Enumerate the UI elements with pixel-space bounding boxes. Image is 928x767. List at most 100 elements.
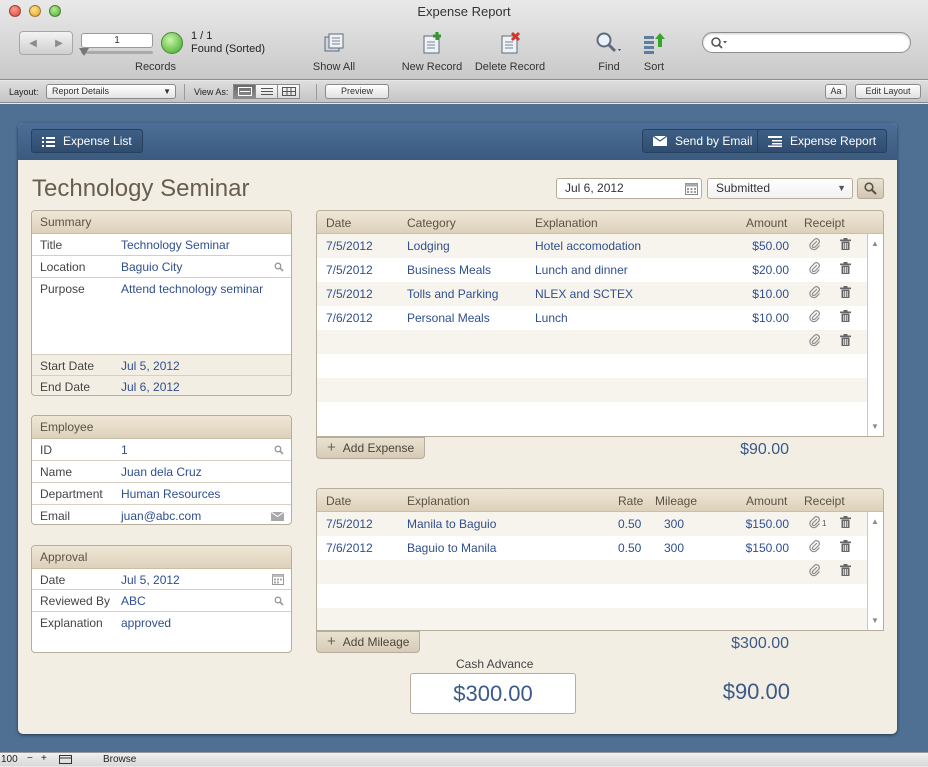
employee-id-field[interactable]: ID 1 bbox=[32, 439, 291, 461]
table-row-empty[interactable] bbox=[317, 354, 883, 378]
record-slider-knob[interactable] bbox=[79, 48, 89, 56]
trash-icon[interactable] bbox=[840, 238, 851, 253]
report-title: Technology Seminar bbox=[32, 175, 250, 202]
preview-button[interactable]: Preview bbox=[325, 84, 389, 99]
toggle-toolbar-icon[interactable] bbox=[59, 755, 72, 767]
trash-icon[interactable] bbox=[840, 334, 851, 349]
mileage-total: $300.00 bbox=[731, 635, 789, 652]
envelope-icon[interactable] bbox=[270, 510, 285, 524]
scroll-up-icon[interactable]: ▲ bbox=[871, 517, 879, 526]
expense-report-button[interactable]: Expense Report bbox=[757, 129, 888, 153]
employee-department-field[interactable]: Department Human Resources bbox=[32, 483, 291, 505]
record-navigator[interactable]: ◀ ▶ bbox=[19, 31, 73, 55]
divider bbox=[184, 84, 185, 100]
records-label: Records bbox=[135, 61, 176, 73]
employee-name-field[interactable]: Name Juan dela Cruz bbox=[32, 461, 291, 483]
next-record-icon[interactable]: ▶ bbox=[55, 38, 63, 49]
search-icon[interactable] bbox=[274, 261, 284, 275]
new-record-button[interactable]: New Record bbox=[400, 30, 464, 73]
trash-icon[interactable] bbox=[840, 310, 851, 325]
trash-icon[interactable] bbox=[840, 286, 851, 301]
approval-heading: Approval bbox=[32, 546, 291, 569]
show-all-icon bbox=[309, 30, 359, 56]
end-date-field[interactable]: End Date Jul 6, 2012 bbox=[32, 376, 291, 395]
zoom-in-icon[interactable]: + bbox=[41, 753, 47, 764]
approval-explanation-field[interactable]: Explanation approved bbox=[32, 612, 291, 652]
paperclip-icon[interactable] bbox=[809, 516, 821, 532]
view-as-list-button[interactable] bbox=[255, 84, 278, 99]
quick-find-input[interactable] bbox=[702, 32, 911, 53]
mileage-scrollbar[interactable]: ▲ ▼ bbox=[867, 512, 883, 630]
report-date-field[interactable]: Jul 6, 2012 bbox=[556, 178, 702, 199]
card-header: Expense List Send by Email Expense Repor… bbox=[18, 123, 897, 160]
plus-icon: + bbox=[327, 439, 336, 456]
approval-date-field[interactable]: Date Jul 5, 2012 bbox=[32, 569, 291, 590]
table-row-empty[interactable] bbox=[317, 330, 883, 354]
report-status-select[interactable]: Submitted ▼ bbox=[707, 178, 853, 199]
trash-icon[interactable] bbox=[840, 540, 851, 555]
cash-advance-field[interactable]: $300.00 bbox=[410, 673, 576, 714]
layout-select[interactable]: Report Details ▼ bbox=[46, 84, 176, 99]
search-icon[interactable] bbox=[274, 444, 284, 458]
table-row-empty[interactable] bbox=[317, 584, 883, 608]
expenses-scrollbar[interactable]: ▲ ▼ bbox=[867, 234, 883, 436]
table-row-empty[interactable] bbox=[317, 608, 883, 630]
prev-record-icon[interactable]: ◀ bbox=[29, 38, 37, 49]
table-row[interactable]: 7/6/2012 Personal Meals Lunch $10.00 bbox=[317, 306, 883, 330]
zoom-out-icon[interactable]: − bbox=[27, 753, 33, 764]
reviewed-by-field[interactable]: Reviewed By ABC bbox=[32, 590, 291, 612]
employee-heading: Employee bbox=[32, 416, 291, 439]
location-field[interactable]: Location Baguio City bbox=[32, 256, 291, 278]
chevron-down-icon: ▼ bbox=[837, 183, 846, 193]
scroll-down-icon[interactable]: ▼ bbox=[871, 422, 879, 431]
table-row[interactable]: 7/5/2012 Business Meals Lunch and dinner… bbox=[317, 258, 883, 282]
sort-icon bbox=[640, 30, 668, 56]
record-slider[interactable] bbox=[81, 51, 153, 54]
view-as-table-button[interactable] bbox=[277, 84, 300, 99]
search-icon[interactable] bbox=[274, 595, 284, 609]
delete-record-button[interactable]: Delete Record bbox=[472, 30, 548, 73]
edit-layout-button[interactable]: Edit Layout bbox=[855, 84, 921, 99]
trash-icon[interactable] bbox=[840, 516, 851, 531]
add-expense-button[interactable]: + Add Expense bbox=[316, 437, 426, 459]
employee-email-field[interactable]: Email juan@abc.com bbox=[32, 505, 291, 524]
paperclip-icon[interactable] bbox=[809, 310, 821, 326]
list-icon bbox=[42, 136, 55, 147]
paperclip-icon[interactable] bbox=[809, 238, 821, 254]
table-row-empty[interactable] bbox=[317, 402, 883, 426]
trash-icon[interactable] bbox=[840, 262, 851, 277]
table-row[interactable]: 7/5/2012 Lodging Hotel accomodation $50.… bbox=[317, 234, 883, 258]
envelope-icon bbox=[653, 136, 667, 146]
send-by-email-button[interactable]: Send by Email bbox=[642, 129, 764, 153]
sort-button[interactable]: Sort bbox=[640, 30, 668, 73]
mileage-table: Date Explanation Rate Mileage Amount Rec… bbox=[316, 488, 884, 631]
scroll-up-icon[interactable]: ▲ bbox=[871, 239, 879, 248]
show-all-button[interactable]: Show All bbox=[309, 30, 359, 73]
paperclip-icon[interactable] bbox=[809, 262, 821, 278]
trash-icon[interactable] bbox=[840, 564, 851, 579]
table-row-empty[interactable] bbox=[317, 378, 883, 402]
paperclip-icon[interactable] bbox=[809, 286, 821, 302]
text-formatting-button[interactable]: Aa bbox=[825, 84, 847, 99]
paperclip-icon[interactable] bbox=[809, 540, 821, 556]
add-mileage-button[interactable]: + Add Mileage bbox=[316, 631, 421, 653]
table-row-empty[interactable] bbox=[317, 560, 883, 584]
title-field[interactable]: Title Technology Seminar bbox=[32, 234, 291, 256]
zoom-level[interactable]: 100 bbox=[1, 754, 18, 765]
find-report-button[interactable] bbox=[857, 178, 884, 199]
table-row[interactable]: 7/5/2012 Tolls and Parking NLEX and SCTE… bbox=[317, 282, 883, 306]
find-button[interactable]: Find bbox=[594, 30, 624, 73]
start-date-field[interactable]: Start Date Jul 5, 2012 bbox=[32, 355, 291, 376]
scroll-down-icon[interactable]: ▼ bbox=[871, 616, 879, 625]
calendar-icon[interactable] bbox=[685, 182, 698, 201]
paperclip-icon[interactable] bbox=[809, 564, 821, 580]
record-number-input[interactable]: 1 bbox=[81, 33, 153, 48]
purpose-field[interactable]: Purpose Attend technology seminar bbox=[32, 278, 291, 355]
view-as-form-button[interactable] bbox=[233, 84, 256, 99]
calendar-icon[interactable] bbox=[272, 574, 284, 588]
paperclip-icon[interactable] bbox=[809, 334, 821, 350]
expense-list-button[interactable]: Expense List bbox=[31, 129, 143, 153]
summary-panel: Summary Title Technology Seminar Locatio… bbox=[31, 210, 292, 396]
table-row[interactable]: 7/5/2012 Manila to Baguio 0.50 300 $150.… bbox=[317, 512, 883, 536]
table-row[interactable]: 7/6/2012 Baguio to Manila 0.50 300 $150.… bbox=[317, 536, 883, 560]
